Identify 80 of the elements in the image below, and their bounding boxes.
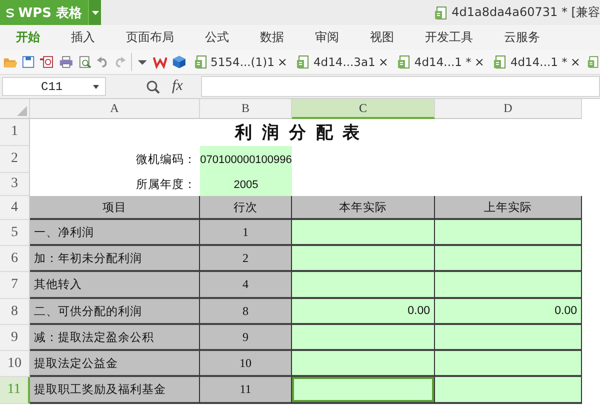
close-tab-button[interactable]: × <box>570 55 580 69</box>
field-label: 微机编码： <box>135 151 197 168</box>
table-cell: 提取法定公益金 <box>30 351 200 377</box>
table-cell: 0.00 <box>435 299 582 325</box>
table-cell: 加：年初未分配利润 <box>30 246 200 272</box>
menu-tab[interactable]: 视图 <box>362 26 402 48</box>
caret-icon <box>92 10 98 14</box>
row-header[interactable]: 10 <box>0 351 30 377</box>
table-cell: 1 <box>200 220 292 246</box>
menu-tab[interactable]: 数据 <box>252 26 292 48</box>
table-cell: 0.00 <box>292 299 435 325</box>
name-box[interactable]: C11 <box>2 77 106 96</box>
spreadsheet-icon <box>397 55 412 69</box>
menu-tab[interactable]: 页面布局 <box>118 26 182 48</box>
row-header[interactable]: 7 <box>0 272 30 299</box>
row-header[interactable]: 9 <box>0 325 30 351</box>
document-tab[interactable]: 4d14...1 * × <box>491 55 582 69</box>
column-header[interactable]: A <box>30 99 200 119</box>
menu-tab[interactable]: 公式 <box>197 26 237 48</box>
column-header[interactable]: B <box>200 99 292 119</box>
w-logo-icon[interactable] <box>152 55 168 69</box>
column-heading: 本年实际 <box>292 196 435 220</box>
triangle-icon <box>17 106 27 116</box>
spreadsheet-icon <box>194 55 208 69</box>
close-tab-button[interactable]: × <box>474 55 484 69</box>
table-cell: 减：提取法定盈余公积 <box>30 325 200 351</box>
formula-input[interactable] <box>201 76 600 97</box>
preview-icon[interactable] <box>78 55 92 69</box>
spreadsheet-icon <box>493 55 508 69</box>
spreadsheet-icon <box>296 55 310 69</box>
table-cell: 070100000100996 <box>200 146 292 173</box>
table-cell: 提取职工奖励及福利基金 <box>30 377 200 404</box>
table-cell: 一、净利润 <box>30 220 200 246</box>
column-header[interactable]: C <box>292 99 435 119</box>
row-header[interactable]: 4 <box>0 196 30 220</box>
search-icon[interactable] <box>146 80 160 94</box>
function-button[interactable]: fx <box>172 78 183 95</box>
column-header[interactable]: D <box>435 99 582 119</box>
table-cell: 9 <box>200 325 292 351</box>
row-header[interactable]: 5 <box>0 220 30 246</box>
column-heading: 行次 <box>200 196 292 220</box>
dropdown-button[interactable] <box>88 0 101 25</box>
menu-tab[interactable]: 云服务 <box>496 26 548 48</box>
field-label: 所属年度： <box>135 176 197 193</box>
table-cell: 10 <box>200 351 292 377</box>
undo-icon[interactable] <box>96 55 109 69</box>
document-tab[interactable]: 4d14...3a1 × <box>294 55 390 69</box>
save-icon[interactable] <box>22 55 35 69</box>
row-header[interactable]: 8 <box>0 299 30 325</box>
spreadsheet-icon[interactable] <box>587 55 600 69</box>
sheet-title: 利 润 分 配 表 <box>234 122 363 145</box>
print-icon[interactable] <box>59 55 74 69</box>
caret-icon <box>93 84 99 88</box>
table-cell: 2 <box>200 246 292 272</box>
table-cell: 4 <box>200 272 292 299</box>
document-tab[interactable]: 5154...(1)1 × <box>192 55 290 69</box>
table-cell: 11 <box>200 377 292 404</box>
cube-icon[interactable] <box>172 54 187 70</box>
menu-tab[interactable]: 插入 <box>63 26 103 48</box>
close-tab-button[interactable]: × <box>277 55 288 69</box>
selected-cell[interactable] <box>292 377 435 404</box>
table-cell: 8 <box>200 299 292 325</box>
close-tab-button[interactable]: × <box>378 55 388 69</box>
document-icon <box>434 6 448 20</box>
row-header[interactable]: 3 <box>0 173 30 196</box>
column-heading: 上年实际 <box>435 196 582 220</box>
document-title: 4d1a8da4a60731 * [兼容 <box>452 4 600 21</box>
document-edit-icon[interactable] <box>40 55 54 69</box>
menu-tab[interactable]: 开始 <box>8 26 48 48</box>
logo-icon <box>6 6 14 20</box>
document-tab[interactable]: 4d14...1 * × <box>395 55 486 69</box>
row-header[interactable]: 2 <box>0 146 30 173</box>
row-header[interactable]: 1 <box>0 119 30 146</box>
row-header[interactable]: 6 <box>0 246 30 272</box>
menu-tab[interactable]: 开发工具 <box>417 26 481 48</box>
menu-tab[interactable]: 审阅 <box>307 26 347 48</box>
table-cell: 2005 <box>200 173 292 196</box>
table-cell: 二、可供分配的利润 <box>30 299 200 325</box>
column-heading: 项目 <box>30 196 200 220</box>
table-cell: 其他转入 <box>30 272 200 299</box>
